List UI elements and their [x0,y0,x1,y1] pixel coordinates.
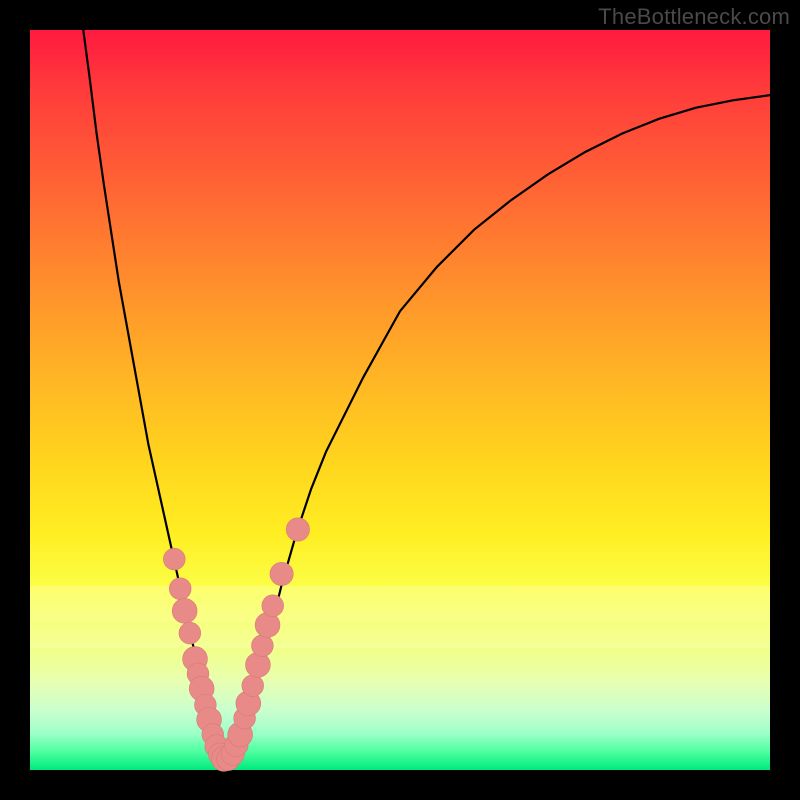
data-marker [245,652,270,677]
data-marker [163,548,185,570]
plot-area [30,30,770,770]
data-marker [251,635,273,657]
data-marker [286,518,309,541]
data-marker [242,675,264,697]
data-marker [270,562,293,585]
chart-frame: TheBottleneck.com [0,0,800,800]
watermark-text: TheBottleneck.com [598,4,790,30]
data-marker [169,578,191,600]
data-marker [172,598,197,623]
bottleneck-curve [83,30,770,759]
data-marker [179,622,201,644]
data-marker [262,595,284,617]
curve-svg [30,30,770,770]
data-markers [163,518,309,771]
